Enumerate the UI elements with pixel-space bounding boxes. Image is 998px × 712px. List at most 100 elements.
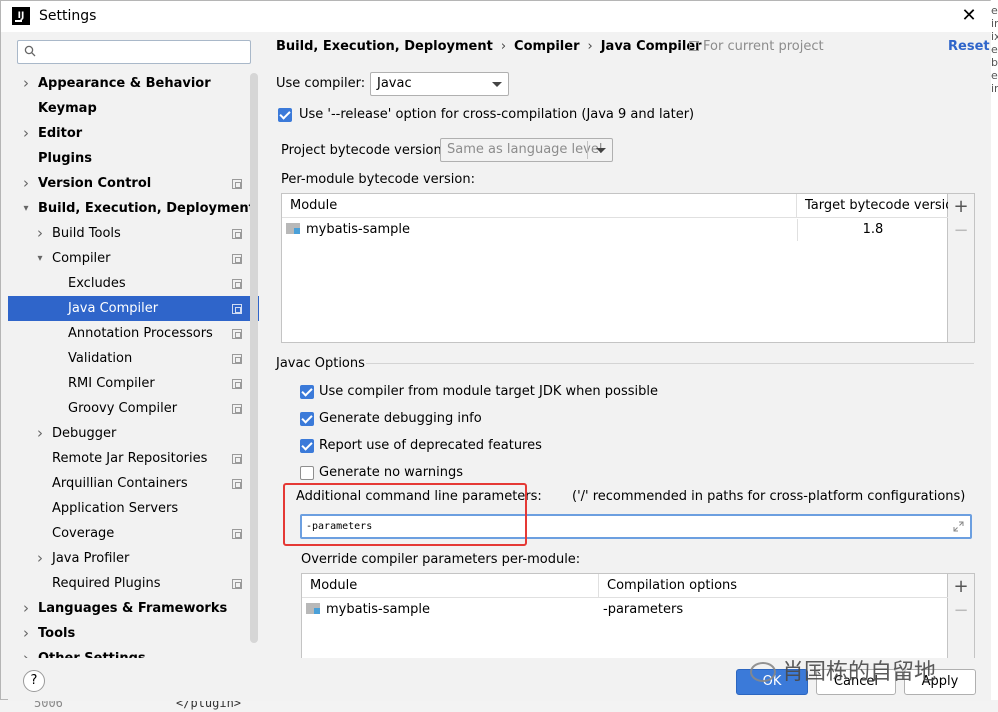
breadcrumb: Build, Execution, Deployment › Compiler › Ja… xyxy=(276,39,702,54)
column-header-module[interactable]: Module xyxy=(302,574,599,598)
sidebar-item-label: Other Settings xyxy=(38,646,146,658)
add-button[interactable]: + xyxy=(949,196,973,220)
sidebar-item[interactable]: Annotation Processors xyxy=(8,321,259,346)
no-warnings-checkbox[interactable] xyxy=(300,466,314,480)
sidebar-item-label: Keymap xyxy=(38,101,97,116)
project-scope-icon xyxy=(689,41,699,51)
sidebar-item-label: Compiler xyxy=(52,251,111,266)
table-row[interactable]: mybatis-sample xyxy=(306,599,598,621)
chevron-right-icon[interactable]: › xyxy=(20,121,32,146)
sidebar-item[interactable]: › Build Tools xyxy=(8,221,259,246)
sidebar-scrollbar[interactable] xyxy=(250,73,258,643)
remove-button[interactable]: − xyxy=(949,220,973,244)
chevron-right-icon[interactable]: › xyxy=(20,596,32,621)
option-label: Generate no warnings xyxy=(319,465,464,480)
sidebar-item[interactable]: › Version Control xyxy=(8,171,259,196)
debug-info-checkbox[interactable] xyxy=(300,412,314,426)
sidebar-item[interactable]: › Editor xyxy=(8,121,259,146)
sidebar-item[interactable]: Validation xyxy=(8,346,259,371)
column-header-compilation-options[interactable]: Compilation options xyxy=(599,574,948,598)
module-jdk-checkbox[interactable] xyxy=(300,385,314,399)
sidebar-item[interactable]: Remote Jar Repositories xyxy=(8,446,259,471)
reset-link[interactable]: Reset xyxy=(948,39,990,54)
column-header-target-version[interactable]: Target bytecode version xyxy=(797,194,948,218)
sidebar-item[interactable]: Plugins xyxy=(8,146,259,171)
sidebar-item[interactable]: Application Servers xyxy=(8,496,259,521)
chevron-down-icon xyxy=(492,82,502,87)
sidebar-item[interactable]: Coverage xyxy=(8,521,259,546)
bytecode-version-select[interactable]: Same as language level xyxy=(440,138,613,162)
sidebar-item[interactable]: › Appearance & Behavior xyxy=(8,71,259,96)
chevron-right-icon[interactable]: › xyxy=(34,546,46,571)
sidebar-item[interactable]: Excludes xyxy=(8,271,259,296)
remove-button[interactable]: − xyxy=(949,600,973,624)
bytecode-version-label: Project bytecode version: xyxy=(281,143,447,158)
project-scope-icon xyxy=(232,329,242,339)
column-header-module[interactable]: Module xyxy=(282,194,797,218)
sidebar-item[interactable]: › Languages & Frameworks xyxy=(8,596,259,621)
release-option-checkbox[interactable] xyxy=(278,108,292,122)
sidebar-item[interactable]: Keymap xyxy=(8,96,259,121)
sidebar-item[interactable]: Java Compiler xyxy=(8,296,259,321)
window-title: Settings xyxy=(39,8,97,24)
chevron-right-icon[interactable]: › xyxy=(20,71,32,96)
annotation-highlight-box xyxy=(283,483,527,546)
search-input[interactable] xyxy=(17,40,251,64)
breadcrumb-separator: › xyxy=(500,39,507,54)
sidebar-item-label: Plugins xyxy=(38,151,92,166)
chevron-right-icon[interactable]: › xyxy=(20,621,32,646)
chevron-right-icon[interactable]: › xyxy=(34,421,46,446)
sidebar-item-label: Coverage xyxy=(52,526,115,541)
release-option-label: Use '--release' option for cross-compila… xyxy=(299,107,695,122)
table-row[interactable]: mybatis-sample xyxy=(286,219,796,241)
chevron-right-icon[interactable]: › xyxy=(20,646,32,658)
settings-dialog: IJ Settings ✕ › Appearance & Behavior Keym… xyxy=(0,0,991,701)
chevron-down-icon[interactable]: ▾ xyxy=(20,196,32,221)
sidebar-item[interactable]: RMI Compiler xyxy=(8,371,259,396)
sidebar-item-label: Excludes xyxy=(68,276,126,291)
override-table-toolbar: + − xyxy=(948,573,975,663)
sidebar-item[interactable]: Groovy Compiler xyxy=(8,396,259,421)
compiler-select[interactable]: Javac xyxy=(370,72,509,96)
params-hint: ('/' recommended in paths for cross-plat… xyxy=(572,489,966,504)
module-table-toolbar: + − xyxy=(948,193,975,343)
sidebar-item[interactable]: Arquillian Containers xyxy=(8,471,259,496)
close-button[interactable]: ✕ xyxy=(959,5,979,27)
for-current-project-label: For current project xyxy=(689,39,824,54)
sidebar-item[interactable]: › Debugger xyxy=(8,421,259,446)
module-bytecode-table: Module Target bytecode version mybatis-s… xyxy=(281,193,948,343)
compilation-options-cell[interactable]: -parameters xyxy=(603,599,943,621)
wechat-icon xyxy=(750,662,776,682)
chevron-right-icon[interactable]: › xyxy=(20,171,32,196)
sidebar-item-label: Java Compiler xyxy=(68,301,159,316)
sidebar-item[interactable]: ▾ Build, Execution, Deployment xyxy=(8,196,259,221)
sidebar-item[interactable]: › Java Profiler xyxy=(8,546,259,571)
project-scope-icon xyxy=(232,304,242,314)
sidebar-item-label: Appearance & Behavior xyxy=(38,76,211,91)
deprecated-features-checkbox[interactable] xyxy=(300,439,314,453)
sidebar-item-label: Annotation Processors xyxy=(68,326,213,341)
project-scope-icon xyxy=(232,579,242,589)
sidebar-item[interactable]: › Tools xyxy=(8,621,259,646)
sidebar-item-label: Groovy Compiler xyxy=(68,401,178,416)
watermark: 肖国栋的自留地 xyxy=(750,654,936,686)
chevron-right-icon[interactable]: › xyxy=(34,221,46,246)
sidebar-item[interactable]: › Other Settings xyxy=(8,646,259,658)
override-params-label: Override compiler parameters per-module: xyxy=(301,552,581,567)
override-params-table: Module Compilation options mybatis-sampl… xyxy=(301,573,948,663)
breadcrumb-item: Java Compiler xyxy=(600,39,702,54)
project-scope-icon xyxy=(232,254,242,264)
sidebar-item[interactable]: ▾ Compiler xyxy=(8,246,259,271)
breadcrumb-item: Compiler xyxy=(514,39,580,54)
sidebar-item-label: RMI Compiler xyxy=(68,376,155,391)
sidebar-item[interactable]: Required Plugins xyxy=(8,571,259,596)
expand-icon[interactable] xyxy=(953,521,964,532)
background-editor-strip: ew in ix ew bo ew in xyxy=(990,0,998,712)
sidebar-item-label: Version Control xyxy=(38,176,152,191)
target-version-cell[interactable]: 1.8 xyxy=(797,219,948,241)
help-button[interactable]: ? xyxy=(23,670,45,692)
project-scope-icon xyxy=(232,229,242,239)
chevron-down-icon[interactable]: ▾ xyxy=(34,246,46,271)
background-editor-bottom: 5006 </plugin> xyxy=(0,696,998,712)
add-button[interactable]: + xyxy=(949,576,973,600)
